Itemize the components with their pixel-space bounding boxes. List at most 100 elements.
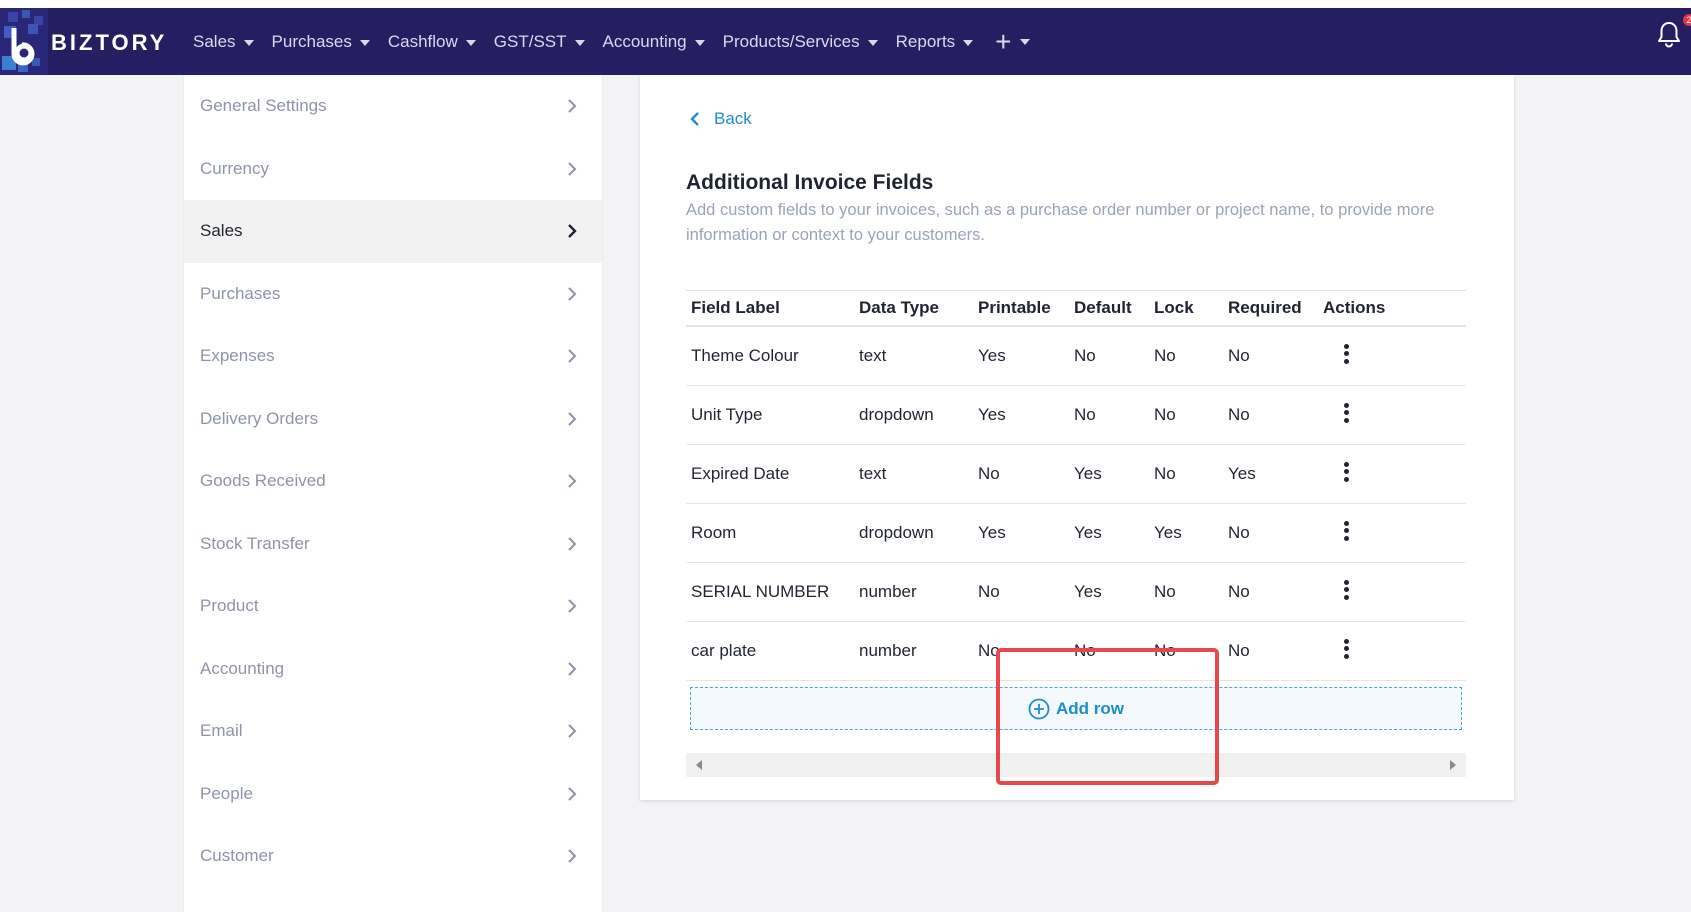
sidebar-item-delivery-orders[interactable]: Delivery Orders	[184, 388, 602, 451]
back-link[interactable]: Back	[690, 109, 752, 129]
nav-add-menu[interactable]: +	[995, 25, 1030, 58]
nav-sales[interactable]: Sales	[193, 32, 254, 52]
sidebar-item-purchases[interactable]: Purchases	[184, 263, 602, 326]
cell-field-label: Room	[691, 523, 737, 542]
sidebar-item-accounting[interactable]: Accounting	[184, 638, 602, 701]
nav-cashflow[interactable]: Cashflow	[388, 32, 476, 52]
cell-data-type: number	[859, 641, 917, 660]
sidebar-item-label: Stock Transfer	[200, 533, 310, 553]
brand-name: BIZTORY	[51, 30, 168, 55]
sidebar-item-currency[interactable]: Currency	[184, 138, 602, 201]
sidebar-item-label: Product	[200, 596, 259, 616]
sidebar-item-goods-received[interactable]: Goods Received	[184, 450, 602, 513]
chevron-down-icon	[1019, 38, 1030, 45]
cell-printable: No	[978, 464, 1000, 483]
cell-field-label: car plate	[691, 641, 757, 660]
cell-data-type: text	[859, 464, 887, 483]
sidebar-item-label: Accounting	[200, 658, 285, 678]
chevron-right-icon	[568, 161, 577, 176]
header-lock[interactable]: Lock	[1150, 298, 1224, 318]
notification-bell-icon[interactable]	[1656, 20, 1682, 48]
cell-default: Yes	[1074, 464, 1102, 483]
sidebar-item-email[interactable]: Email	[184, 700, 602, 763]
more-vertical-icon[interactable]	[1343, 461, 1349, 482]
more-vertical-icon[interactable]	[1343, 638, 1349, 659]
chevron-down-icon	[574, 39, 585, 46]
cell-required: No	[1228, 641, 1250, 660]
cell-default: Yes	[1074, 523, 1102, 542]
page-description: Add custom fields to your invoices, such…	[686, 201, 1435, 244]
sidebar-item-stock-transfer[interactable]: Stock Transfer	[184, 513, 602, 576]
chevron-right-icon	[568, 724, 577, 738]
scroll-right-icon[interactable]	[1450, 760, 1456, 770]
back-label: Back	[714, 109, 752, 128]
plus-icon: +	[995, 25, 1012, 57]
chevron-right-icon	[568, 536, 577, 551]
sidebar-item-sales[interactable]: Sales	[184, 200, 602, 263]
cell-default: Yes	[1074, 582, 1102, 601]
main-menu: Sales Purchases Cashflow GST/SST Account…	[193, 8, 1030, 75]
cell-data-type: dropdown	[859, 405, 934, 424]
chevron-down-icon	[465, 39, 476, 46]
header-required[interactable]: Required	[1224, 298, 1319, 318]
settings-sidebar: General Settings Currency Sales Purchase…	[184, 75, 602, 912]
header-field-label[interactable]: Field Label	[686, 298, 855, 318]
chevron-down-icon	[963, 39, 974, 46]
notification-badge: 2	[1683, 14, 1691, 26]
cell-data-type: number	[859, 582, 917, 601]
header-default[interactable]: Default	[1070, 298, 1150, 318]
cell-printable: Yes	[978, 405, 1006, 424]
cell-field-label: Expired Date	[691, 464, 790, 483]
chevron-right-icon	[568, 599, 577, 613]
sidebar-item-customer[interactable]: Customer	[184, 825, 602, 888]
table-row: Room dropdown Yes Yes Yes No	[686, 504, 1466, 563]
chevron-right-icon	[568, 224, 577, 238]
sidebar-item-label: People	[200, 783, 253, 803]
cell-lock: Yes	[1154, 523, 1182, 542]
nav-accounting[interactable]: Accounting	[603, 32, 705, 52]
scroll-left-icon[interactable]	[696, 760, 702, 770]
sidebar-item-product[interactable]: Product	[184, 575, 602, 638]
more-vertical-icon[interactable]	[1343, 579, 1349, 600]
cell-required: No	[1228, 405, 1250, 424]
nav-products-services[interactable]: Products/Services	[723, 32, 878, 52]
chevron-right-icon	[568, 849, 577, 863]
biztory-logo-icon	[0, 8, 48, 75]
table-row: Theme Colour text Yes No No No	[686, 327, 1466, 386]
cell-required: No	[1228, 523, 1250, 542]
nav-gst-sst[interactable]: GST/SST	[494, 32, 585, 52]
cell-lock: No	[1154, 405, 1176, 424]
sidebar-item-label: Expenses	[200, 346, 275, 366]
sidebar-item-label: Sales	[200, 221, 243, 241]
chevron-right-icon	[568, 286, 577, 301]
cell-default: No	[1074, 405, 1096, 424]
sidebar-item-label: Email	[200, 721, 243, 741]
nav-gst-sst-label: GST/SST	[493, 31, 567, 51]
brand-logo[interactable]: BIZTORY	[0, 8, 180, 75]
cell-field-label: SERIAL NUMBER	[691, 582, 830, 601]
sidebar-item-label: Goods Received	[200, 471, 326, 491]
cell-lock: No	[1154, 346, 1176, 365]
more-vertical-icon[interactable]	[1343, 343, 1349, 364]
chevron-down-icon	[867, 39, 878, 46]
sidebar-item-label: General Settings	[200, 96, 327, 116]
cell-data-type: dropdown	[859, 523, 934, 542]
chevron-right-icon	[568, 349, 577, 363]
chevron-down-icon	[243, 39, 254, 46]
cell-required: No	[1228, 582, 1250, 601]
sidebar-item-expenses[interactable]: Expenses	[184, 325, 602, 388]
sidebar-item-general-settings[interactable]: General Settings	[184, 75, 602, 138]
chevron-right-icon	[568, 661, 577, 676]
cell-data-type: text	[859, 346, 887, 365]
nav-reports[interactable]: Reports	[896, 32, 974, 52]
sidebar-item-people[interactable]: People	[184, 763, 602, 826]
header-data-type[interactable]: Data Type	[855, 298, 974, 318]
chevron-right-icon	[568, 786, 577, 801]
more-vertical-icon[interactable]	[1343, 402, 1349, 423]
header-printable[interactable]: Printable	[974, 298, 1070, 318]
table-row: Unit Type dropdown Yes No No No	[686, 386, 1466, 445]
cell-field-label: Theme Colour	[691, 346, 799, 365]
nav-purchases[interactable]: Purchases	[272, 32, 370, 52]
chevron-right-icon	[568, 411, 577, 426]
more-vertical-icon[interactable]	[1343, 520, 1349, 541]
